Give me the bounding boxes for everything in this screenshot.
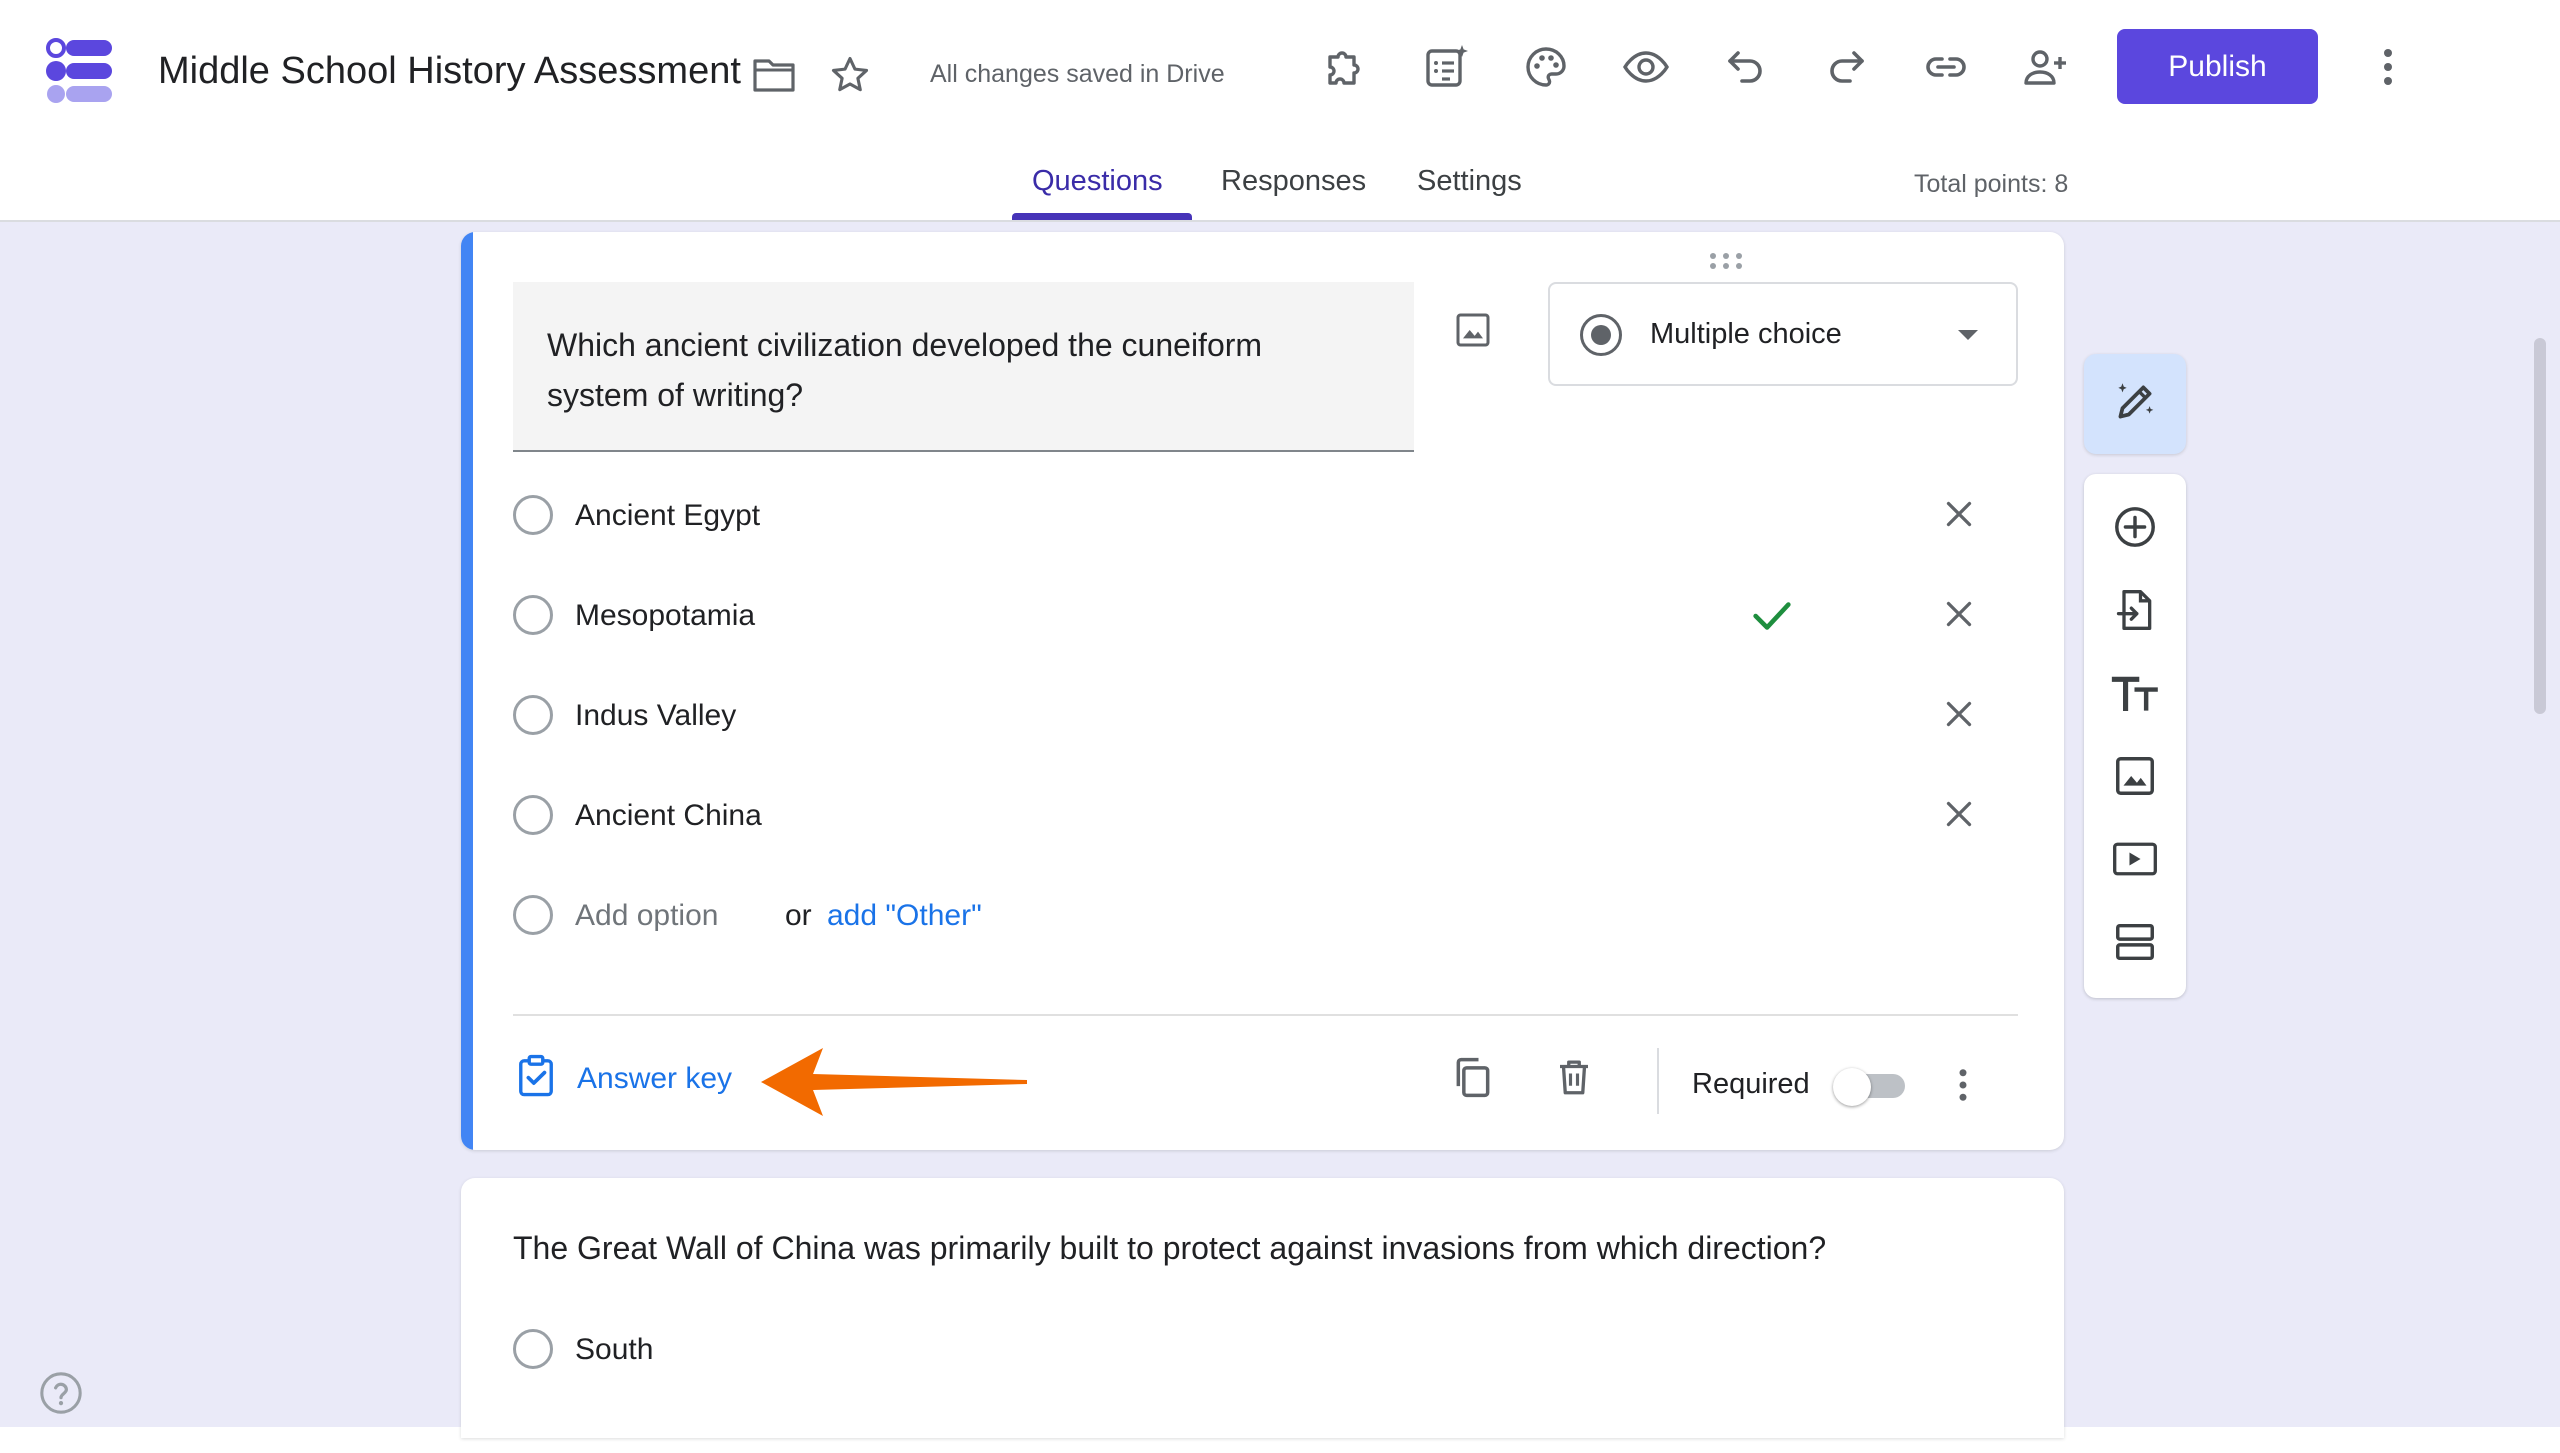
remove-option-icon[interactable] [1941,596,1977,637]
option-label[interactable]: Indus Valley [575,699,736,733]
ai-edit-button[interactable] [2084,354,2186,454]
answer-key-icon [515,1054,557,1103]
footer-separator [1657,1048,1659,1114]
image-icon[interactable] [2084,741,2186,811]
chevron-down-icon [1958,330,1978,340]
help-icon[interactable] [38,1370,84,1421]
card-footer-divider [513,1014,2018,1016]
option-radio [513,895,553,935]
add-other-link[interactable]: add "Other" [827,899,982,933]
annotation-arrow-icon [761,1044,1031,1125]
palette-icon[interactable] [1522,43,1570,91]
trash-icon[interactable] [1553,1054,1595,1105]
option-radio [513,495,553,535]
option-row[interactable]: Indus Valley [513,684,2003,744]
or-text: or [785,899,812,932]
question-type-label: Multiple choice [1650,318,1842,350]
scrollbar[interactable] [2534,338,2546,714]
option-radio [513,595,553,635]
import-questions-icon[interactable] [2084,575,2186,645]
question-type-dropdown[interactable]: Multiple choice [1548,282,2018,386]
link-icon[interactable] [1922,43,1970,91]
question-more-icon[interactable] [1953,1064,1973,1111]
radio-button-icon [1580,314,1622,356]
ai-edit-icon [2110,377,2160,432]
option-row[interactable]: South [513,1318,1113,1378]
question-toolbar [2084,474,2186,998]
add-collaborator-icon[interactable] [2022,43,2070,91]
redo-icon[interactable] [1822,43,1870,91]
question-title-input[interactable]: Which ancient civilization developed the… [513,282,1414,452]
addons-icon[interactable] [1322,43,1370,91]
question-title-text: The Great Wall of China was primarily bu… [513,1230,1827,1266]
undo-icon[interactable] [1722,43,1770,91]
add-image-icon[interactable] [1453,310,1493,355]
star-icon[interactable] [828,53,872,97]
required-toggle[interactable] [1833,1068,1907,1106]
remove-option-icon[interactable] [1941,796,1977,837]
option-row[interactable]: Ancient Egypt [513,484,2003,544]
video-icon[interactable] [2084,824,2186,894]
option-radio[interactable] [513,1329,553,1369]
toggle-knob [1833,1068,1871,1106]
save-status: All changes saved in Drive [930,60,1225,88]
remove-option-icon[interactable] [1941,696,1977,737]
add-question-icon[interactable] [2084,492,2186,562]
option-radio [513,695,553,735]
question-card[interactable]: Which ancient civilization developed the… [461,232,2064,1150]
tab-questions[interactable]: Questions [1032,165,1163,198]
section-icon[interactable] [2084,907,2186,977]
tab-responses[interactable]: Responses [1221,165,1366,198]
drag-handle-icon[interactable] [1708,252,1744,275]
total-points: Total points: 8 [1914,170,2069,198]
title-text-icon[interactable] [2084,658,2186,728]
question-card[interactable]: The Great Wall of China was primarily bu… [461,1178,2064,1438]
option-label[interactable]: Mesopotamia [575,599,755,633]
option-label[interactable]: Ancient China [575,799,762,833]
option-radio [513,795,553,835]
option-label: South [575,1333,654,1366]
add-option-row: Add option or add "Other" [513,884,2003,944]
active-card-accent [461,232,473,1150]
form-title[interactable]: Middle School History Assessment [158,50,741,93]
correct-answer-check-icon [1750,598,1794,639]
publish-button[interactable]: Publish [2117,29,2318,104]
preview-eye-icon[interactable] [1622,43,1670,91]
option-row[interactable]: Ancient China [513,784,2003,844]
answer-key-label: Answer key [577,1061,733,1095]
option-row[interactable]: Mesopotamia [513,584,2003,644]
active-tab-indicator [1012,213,1192,220]
app-header: Middle School History Assessment All cha… [0,0,2560,222]
forms-logo[interactable] [44,38,114,104]
add-option-link[interactable]: Add option [575,899,718,933]
option-label[interactable]: Ancient Egypt [575,499,760,533]
more-vert-icon[interactable] [2368,43,2408,91]
answer-key-button[interactable]: Answer key [515,1054,732,1103]
ai-form-icon[interactable] [1422,43,1470,91]
tab-settings[interactable]: Settings [1417,165,1522,198]
question-title-text: Which ancient civilization developed the… [547,327,1263,413]
duplicate-icon[interactable] [1451,1054,1495,1105]
remove-option-icon[interactable] [1941,496,1977,537]
required-label: Required [1692,1068,1810,1100]
folder-icon[interactable] [752,55,796,93]
